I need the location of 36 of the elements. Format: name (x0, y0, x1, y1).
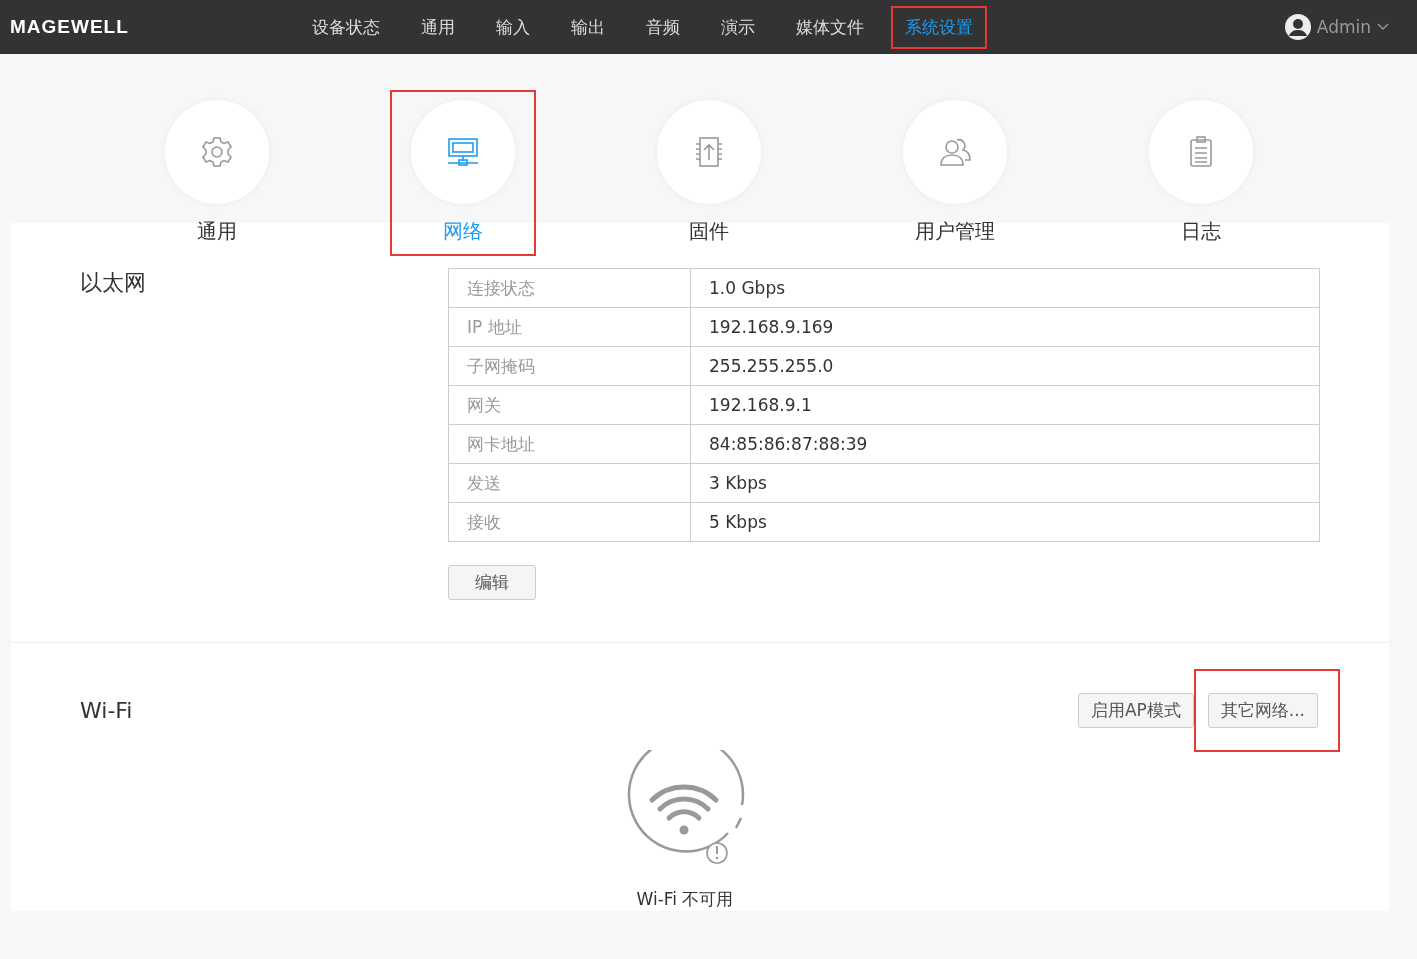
table-cell: 192.168.9.1 (690, 385, 1320, 425)
table-cell: 网卡地址 (448, 424, 691, 464)
section-title: Wi-Fi (80, 698, 134, 723)
table-cell: IP 地址 (448, 307, 691, 347)
table-cell: 84:85:86:87:88:39 (690, 424, 1320, 464)
category-label[interactable]: 日志 (1180, 218, 1221, 245)
wifi-button[interactable]: 其它网络... (1207, 693, 1318, 728)
category-label[interactable]: 固件 (688, 218, 729, 245)
nav-tab[interactable]: 输出 (559, 7, 617, 47)
table-cell: 发送 (448, 463, 691, 503)
nav-tab[interactable]: 音频 (634, 7, 692, 47)
section-title: 以太网 (80, 269, 147, 297)
category-label[interactable]: 用户管理 (914, 218, 995, 245)
table-cell: 网关 (448, 385, 691, 425)
nav-tab[interactable]: 输入 (484, 7, 542, 47)
nav-tab[interactable]: 设备状态 (300, 7, 392, 47)
category-label[interactable]: 通用 (196, 218, 237, 245)
table-cell: 5 Kbps (690, 502, 1320, 542)
avatar-icon (1284, 14, 1311, 40)
wifi-status: Wi-Fi 不可用 (636, 888, 734, 911)
nav-tab[interactable]: 通用 (409, 7, 467, 47)
edit-button[interactable]: 编辑 (448, 565, 536, 600)
logo: MAGEWELL (10, 16, 130, 38)
table-cell: 255.255.255.0 (690, 346, 1320, 386)
user-menu[interactable]: Admin (1316, 17, 1371, 37)
table-cell: 3 Kbps (690, 463, 1320, 503)
table-cell: 连接状态 (448, 268, 691, 308)
nav-tab[interactable]: 媒体文件 (784, 7, 876, 47)
table-cell: 接收 (448, 502, 691, 542)
wifi-button[interactable]: 启用AP模式 (1077, 693, 1194, 728)
table-cell: 子网掩码 (448, 346, 691, 386)
table-cell: 1.0 Gbps (690, 268, 1320, 308)
nav-tab[interactable]: 系统设置 (893, 7, 985, 47)
table-cell: 192.168.9.169 (690, 307, 1320, 347)
chevron-down-icon[interactable] (1377, 23, 1389, 31)
nav-tab[interactable]: 演示 (709, 7, 767, 47)
